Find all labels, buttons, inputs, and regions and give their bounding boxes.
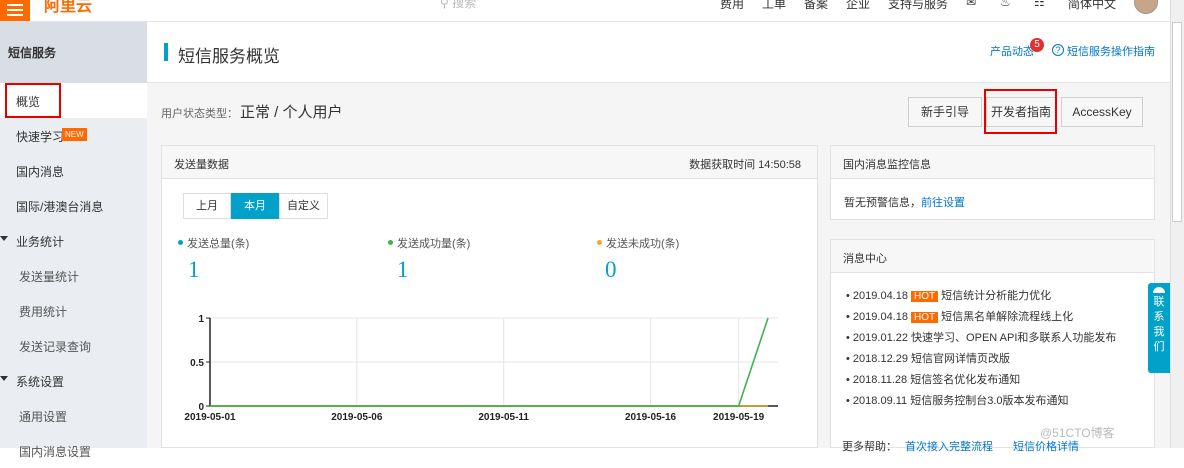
top-bar: 阿里云 ⚲ 搜索 费用 工单 备案 企业 支持与服务 ✉ ♨ ☷ 简体中文 <box>0 0 1170 22</box>
caret-down-icon <box>0 236 8 241</box>
news-title: 短信黑名单解除流程线上化 <box>941 311 1074 323</box>
news-date: 2019.04.18 <box>852 311 908 323</box>
news-date: 2018.12.29 <box>852 353 908 365</box>
sidebar-item-general-settings[interactable]: 通用设置 <box>0 398 147 433</box>
nav-tickets[interactable]: 工单 <box>762 0 786 12</box>
y-tick-label: 1 <box>198 314 204 325</box>
search-input[interactable]: ⚲ 搜索 <box>440 0 476 11</box>
sidebar-item-quick-learn[interactable]: 快速学习 NEW <box>0 118 147 153</box>
sidebar-item-domestic[interactable]: 国内消息 <box>0 153 147 188</box>
sidebar-title: 短信服务 <box>0 22 147 83</box>
news-item[interactable]: • 2018.09.11 短信服务控制台3.0版本发布通知 <box>846 392 1069 408</box>
sidebar-item-send-records[interactable]: 发送记录查询 <box>0 328 147 363</box>
highlight-box <box>984 89 1057 134</box>
news-item[interactable]: • 2019.04.18 HOT 短信统计分析能力优化 <box>846 287 1051 303</box>
news-item[interactable]: • 2019.04.18 HOT 短信黑名单解除流程线上化 <box>846 308 1073 324</box>
news-title: 短信服务控制台3.0版本发布通知 <box>910 395 1069 407</box>
x-tick-label: 2019-05-16 <box>625 412 677 423</box>
first-access-link[interactable]: 首次接入完整流程 <box>905 441 993 453</box>
failed-dot-icon <box>597 240 602 245</box>
x-tick-label: 2019-05-11 <box>478 412 529 423</box>
headset-icon <box>1153 287 1165 293</box>
scrollbar-thumb[interactable] <box>1172 22 1182 222</box>
title-accent <box>164 43 168 61</box>
nav-billing[interactable]: 费用 <box>720 0 744 12</box>
hot-badge: HOT <box>911 312 939 323</box>
sidebar-item-cost-stats[interactable]: 费用统计 <box>0 293 147 328</box>
operation-guide-link[interactable]: 短信服务操作指南 <box>1067 43 1155 59</box>
sidebar-item-domestic-settings[interactable]: 国内消息设置 <box>0 433 147 468</box>
news-date: 2019.01.22 <box>852 332 908 344</box>
hot-badge: HOT <box>911 291 939 302</box>
news-title: 短信统计分析能力优化 <box>941 290 1052 302</box>
mail-icon[interactable]: ✉ <box>966 0 976 9</box>
highlight-box <box>5 83 61 118</box>
language-switch[interactable]: 简体中文 <box>1068 0 1116 12</box>
menu-icon[interactable] <box>0 0 30 21</box>
tab-this-month[interactable]: 本月 <box>231 193 279 219</box>
stat-failed-label: 发送未成功(条) <box>606 238 680 250</box>
send-volume-chart: 00.512019-05-01 2019-05-06 2019-05-11 2019-… <box>184 314 778 423</box>
x-tick-label: 2019-05-01 <box>184 412 236 423</box>
total-dot-icon <box>178 240 183 245</box>
stat-failed-value: 0 <box>605 257 617 282</box>
x-tick-label: 2019-05-06 <box>331 412 383 423</box>
nav-enterprise[interactable]: 企业 <box>846 0 870 12</box>
bell-icon[interactable]: ♨ <box>1000 0 1011 9</box>
news-title: 快速学习、OPEN API和多联系人功能发布 <box>911 332 1117 344</box>
user-status-value: 正常 / 个人用户 <box>240 104 343 121</box>
news-date: 2019.04.18 <box>852 290 908 302</box>
stat-success-label: 发送成功量(条) <box>397 238 471 250</box>
tab-last-month[interactable]: 上月 <box>183 193 231 219</box>
sidebar-item-send-stats[interactable]: 发送量统计 <box>0 258 147 293</box>
stat-total-value: 1 <box>188 257 200 282</box>
page-title: 短信服务概览 <box>178 47 280 66</box>
stat-success-value: 1 <box>397 257 409 282</box>
news-title: 短信官网详情页改版 <box>911 353 1011 365</box>
sidebar-item-international[interactable]: 国际/港澳台消息 <box>0 188 147 223</box>
stat-total-label: 发送总量(条) <box>187 238 250 250</box>
contact-us-button[interactable]: 联系我们 <box>1148 283 1170 373</box>
user-status: 用户状态类型： 正常 / 个人用户 <box>161 104 343 121</box>
news-item[interactable]: • 2018.12.29 短信官网详情页改版 <box>846 350 1010 366</box>
news-date: 2018.09.11 <box>852 395 908 407</box>
go-settings-link[interactable]: 前往设置 <box>921 197 965 209</box>
no-alert-text: 暂无预警信息，前往设置 <box>844 197 965 209</box>
accesskey-button[interactable]: AccessKey <box>1061 97 1143 127</box>
success-dot-icon <box>388 240 393 245</box>
y-tick-label: 0.5 <box>190 358 204 369</box>
sidebar-group-settings[interactable]: 系统设置 <box>0 363 147 398</box>
tab-custom[interactable]: 自定义 <box>279 193 328 219</box>
news-item[interactable]: • 2019.01.22 快速学习、OPEN API和多联系人功能发布 <box>846 329 1116 345</box>
nav-support[interactable]: 支持与服务 <box>888 0 948 12</box>
avatar[interactable] <box>1134 0 1158 14</box>
news-count-badge: 5 <box>1030 38 1044 52</box>
news-item[interactable]: • 2018.11.28 短信签名优化发布通知 <box>846 371 1020 387</box>
price-detail-link[interactable]: 短信价格详情 <box>1013 441 1079 453</box>
news-title: 短信签名优化发布通知 <box>910 374 1021 386</box>
nav-icp[interactable]: 备案 <box>804 0 828 12</box>
newbie-guide-button[interactable]: 新手引导 <box>908 97 982 127</box>
cart-icon[interactable]: ☷ <box>1034 0 1045 9</box>
product-news-link[interactable]: 产品动态 <box>990 43 1034 59</box>
watermark: @51CTO博客 <box>1040 426 1115 440</box>
new-badge: NEW <box>62 128 87 141</box>
fetch-time: 数据获取时间 14:50:58 <box>689 159 801 171</box>
search-icon: ⚲ <box>440 0 449 10</box>
x-tick-label: 2019-05-19 <box>713 412 765 423</box>
news-date: 2018.11.28 <box>852 374 908 386</box>
page-header: 短信服务概览 产品动态 5 ? 短信服务操作指南 <box>147 22 1170 83</box>
panel-title: 国内消息监控信息 <box>843 159 931 171</box>
panel-title: 消息中心 <box>843 253 887 265</box>
sidebar-group-statistics[interactable]: 业务统计 <box>0 223 147 258</box>
panel-title: 发送量数据 <box>174 159 229 171</box>
help-icon[interactable]: ? <box>1052 44 1064 56</box>
caret-down-icon <box>0 376 8 381</box>
aliyun-logo[interactable]: 阿里云 <box>44 0 92 16</box>
